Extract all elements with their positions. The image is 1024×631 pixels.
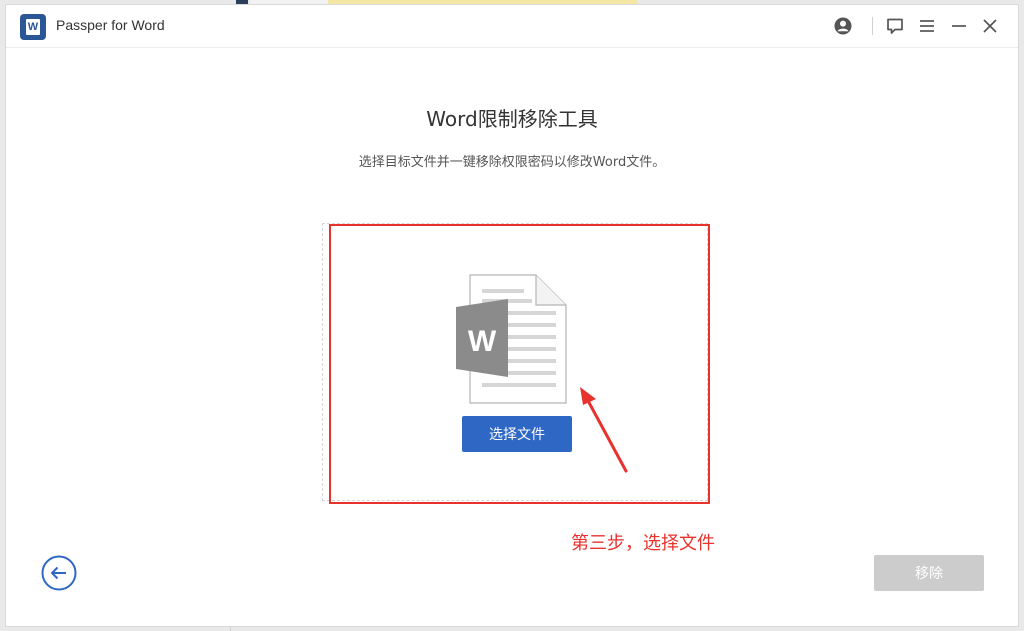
minimize-icon[interactable] xyxy=(948,15,970,37)
menu-icon[interactable] xyxy=(916,15,938,37)
account-icon[interactable] xyxy=(832,15,854,37)
word-badge-letter: W xyxy=(468,325,497,358)
back-arrow-icon xyxy=(41,555,77,591)
app-title: Passper for Word xyxy=(56,17,165,33)
word-logo-icon: W xyxy=(20,14,46,40)
page-title: Word限制移除工具 xyxy=(426,107,598,131)
feedback-icon[interactable] xyxy=(884,15,906,37)
background-divider xyxy=(230,627,231,631)
remove-button[interactable]: 移除 xyxy=(874,555,984,591)
app-window: W Passper for Word Word限制移除工具 选择目标文件并一键移… xyxy=(5,4,1019,627)
page-subtitle: 选择目标文件并一键移除权限密码以修改Word文件。 xyxy=(358,155,666,170)
annotation-arrow xyxy=(580,387,628,473)
title-bar: W Passper for Word xyxy=(6,5,1018,48)
back-button[interactable] xyxy=(41,555,77,591)
step-annotation: 第三步，选择文件 xyxy=(571,533,715,554)
titlebar-divider xyxy=(872,17,873,35)
word-document-icon: W xyxy=(448,273,573,408)
select-file-button[interactable]: 选择文件 xyxy=(462,416,572,452)
close-icon[interactable] xyxy=(979,15,1001,37)
